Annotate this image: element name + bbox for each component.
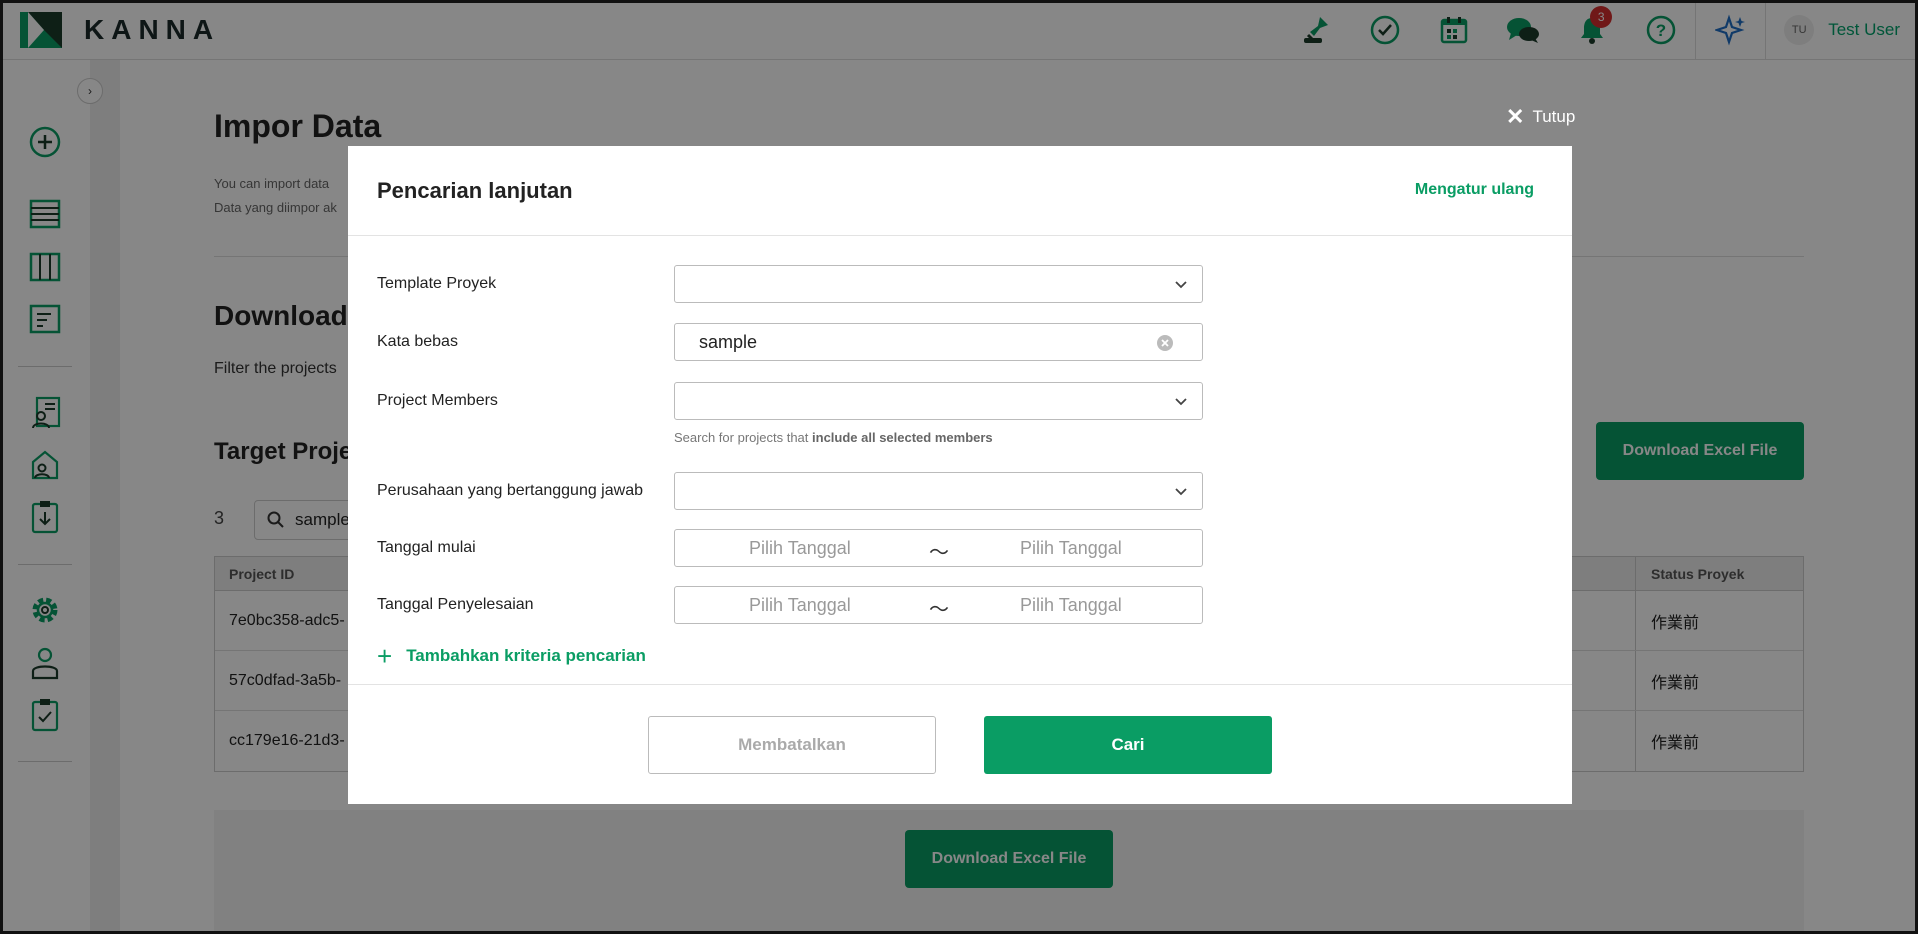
field-row-end-date: Tanggal Penyelesaian Pilih Tanggal 〜 Pil…	[377, 586, 1537, 624]
close-modal-button[interactable]: ✕ Tutup	[1506, 104, 1575, 130]
keyword-value: sample	[699, 332, 758, 352]
chevron-down-icon	[1175, 398, 1187, 406]
chevron-down-icon	[1175, 281, 1187, 289]
start-date-range: Pilih Tanggal 〜 Pilih Tanggal	[674, 529, 1203, 567]
end-date-range: Pilih Tanggal 〜 Pilih Tanggal	[674, 586, 1203, 624]
close-label: Tutup	[1532, 107, 1576, 126]
end-date-to-input[interactable]: Pilih Tanggal	[1020, 595, 1122, 616]
field-row-company: Perusahaan yang bertanggung jawab	[377, 472, 1537, 510]
cancel-button[interactable]: Membatalkan	[648, 716, 936, 774]
add-criteria-label: Tambahkan kriteria pencarian	[406, 646, 646, 665]
modal-title: Pencarian lanjutan	[377, 178, 573, 203]
close-icon: ✕	[1506, 104, 1525, 129]
plus-icon: +	[377, 641, 393, 671]
start-date-label: Tanggal mulai	[377, 539, 476, 556]
reset-button[interactable]: Mengatur ulang	[1415, 181, 1534, 199]
field-row-start-date: Tanggal mulai Pilih Tanggal 〜 Pilih Tang…	[377, 529, 1537, 567]
template-label: Template Proyek	[377, 275, 497, 292]
start-date-from-input[interactable]: Pilih Tanggal	[749, 538, 851, 559]
keyword-input[interactable]: sample	[674, 323, 1203, 361]
date-separator: 〜	[929, 542, 949, 564]
field-row-template: Template Proyek	[377, 265, 1537, 303]
clear-icon[interactable]	[1156, 334, 1174, 352]
end-date-from-input[interactable]: Pilih Tanggal	[749, 595, 851, 616]
members-select[interactable]	[674, 382, 1203, 420]
keyword-label: Kata bebas	[377, 333, 458, 350]
search-button[interactable]: Cari	[984, 716, 1272, 774]
company-label: Perusahaan yang bertanggung jawab	[377, 482, 643, 499]
template-select[interactable]	[674, 265, 1203, 303]
members-hint-text: Search for projects that	[674, 430, 813, 445]
field-row-keyword: Kata bebas sample	[377, 323, 1537, 361]
field-row-members: Project Members	[377, 382, 1537, 420]
chevron-down-icon	[1175, 488, 1187, 496]
add-criteria-button[interactable]: + Tambahkan kriteria pencarian	[377, 641, 646, 671]
date-separator: 〜	[929, 599, 949, 621]
advanced-search-modal: Pencarian lanjutan Mengatur ulang Templa…	[348, 146, 1572, 804]
end-date-label: Tanggal Penyelesaian	[377, 596, 534, 613]
company-select[interactable]	[674, 472, 1203, 510]
members-label: Project Members	[377, 392, 498, 409]
members-hint-emphasis: include all selected members	[812, 430, 993, 445]
modal-footer-divider	[348, 684, 1572, 685]
members-hint: Search for projects that include all sel…	[674, 430, 993, 445]
start-date-to-input[interactable]: Pilih Tanggal	[1020, 538, 1122, 559]
modal-header: Pencarian lanjutan Mengatur ulang	[348, 146, 1572, 236]
